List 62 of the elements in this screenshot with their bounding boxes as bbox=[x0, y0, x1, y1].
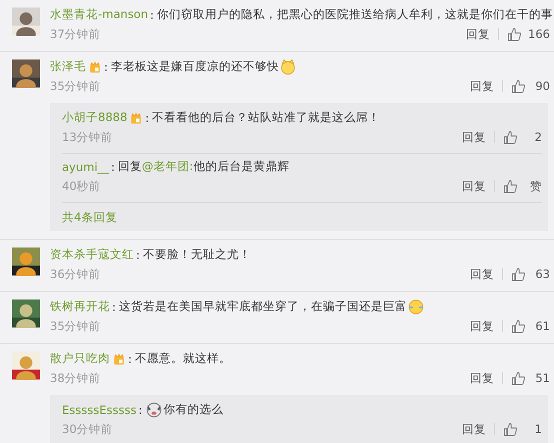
timestamp: 38分钟前 bbox=[50, 370, 101, 386]
like-count: 51 bbox=[534, 371, 550, 385]
like-count: 1 bbox=[534, 422, 542, 436]
colon-text: : bbox=[128, 352, 132, 366]
comment-text: 你们窃取用户的隐私，把黑心的医院推送给病人牟利，这就是你们在干的事 bbox=[156, 7, 553, 22]
more-replies-link[interactable]: 共4条回复 bbox=[62, 210, 118, 224]
colon-text: : bbox=[138, 402, 142, 416]
comment-text: 这货若是在美国早就牢底都坐穿了，在骗子国还是巨富 bbox=[118, 299, 407, 314]
reply-link[interactable]: 回复 bbox=[462, 178, 486, 194]
user-name[interactable]: 张泽毛 bbox=[50, 59, 86, 74]
mention-link[interactable]: @老年团: bbox=[142, 159, 194, 174]
like-count: 166 bbox=[528, 27, 550, 41]
like-icon[interactable] bbox=[503, 422, 518, 436]
like-count: 63 bbox=[534, 267, 550, 281]
timestamp: 37分钟前 bbox=[50, 26, 101, 42]
timestamp: 40秒前 bbox=[62, 178, 101, 194]
reply-link[interactable]: 回复 bbox=[462, 422, 486, 436]
like-count: 赞 bbox=[529, 178, 542, 194]
timestamp: 36分钟前 bbox=[50, 266, 101, 282]
reply-link[interactable]: 回复 bbox=[470, 318, 494, 334]
reply-link[interactable]: 回复 bbox=[462, 130, 486, 144]
user-name[interactable]: 铁树再开花 bbox=[50, 299, 110, 314]
like-icon[interactable] bbox=[507, 26, 522, 42]
user-name[interactable]: 小胡子8888 bbox=[62, 110, 128, 125]
like-icon[interactable] bbox=[511, 78, 526, 94]
comment-text: 不看看他的后台？站队站准了就是这么屌！ bbox=[152, 110, 380, 125]
reply-link[interactable]: 回复 bbox=[466, 26, 490, 42]
colon-text: : bbox=[112, 300, 116, 314]
comment-text: 不愿意。就这样。 bbox=[134, 351, 231, 366]
like-count: 61 bbox=[534, 319, 550, 333]
timestamp: 30分钟前 bbox=[62, 422, 113, 436]
colon-text: : bbox=[145, 110, 150, 124]
user-name[interactable]: ayumi__ bbox=[62, 160, 110, 174]
reply-link[interactable]: 回复 bbox=[470, 266, 494, 282]
comment-text: 他的后台是黄鼎辉 bbox=[193, 159, 290, 174]
emoji-icon bbox=[146, 402, 162, 418]
comment-text: 你有的选么 bbox=[163, 402, 224, 417]
like-icon[interactable] bbox=[503, 178, 518, 194]
reply-link[interactable]: 回复 bbox=[470, 370, 494, 386]
comment-text: 李老板这是嫌百度凉的还不够快 bbox=[110, 59, 279, 74]
timestamp: 13分钟前 bbox=[62, 130, 113, 144]
colon-text: : bbox=[104, 60, 108, 74]
user-name[interactable]: EsssssEsssss bbox=[62, 402, 136, 416]
emoji-icon bbox=[408, 298, 424, 314]
colon-text: : bbox=[111, 160, 115, 174]
comment-text: 不要脸！无耻之尤！ bbox=[142, 247, 251, 262]
like-icon[interactable] bbox=[511, 318, 526, 334]
user-name[interactable]: 散户只吃肉 bbox=[50, 351, 110, 366]
emoji-icon bbox=[280, 58, 296, 74]
like-count: 2 bbox=[534, 130, 542, 144]
like-icon[interactable] bbox=[511, 370, 526, 386]
colon-text: : bbox=[136, 248, 140, 262]
colon-text: : bbox=[150, 8, 154, 22]
like-icon[interactable] bbox=[503, 130, 518, 144]
reply-link[interactable]: 回复 bbox=[470, 78, 494, 94]
timestamp: 35分钟前 bbox=[50, 318, 101, 334]
timestamp: 35分钟前 bbox=[50, 78, 101, 94]
comment-text: 回复 bbox=[118, 159, 142, 174]
like-count: 90 bbox=[534, 79, 550, 93]
user-name[interactable]: 资本杀手寇文红 bbox=[50, 247, 134, 262]
like-icon[interactable] bbox=[511, 266, 526, 282]
user-name[interactable]: 水墨青花-manson bbox=[50, 7, 148, 22]
